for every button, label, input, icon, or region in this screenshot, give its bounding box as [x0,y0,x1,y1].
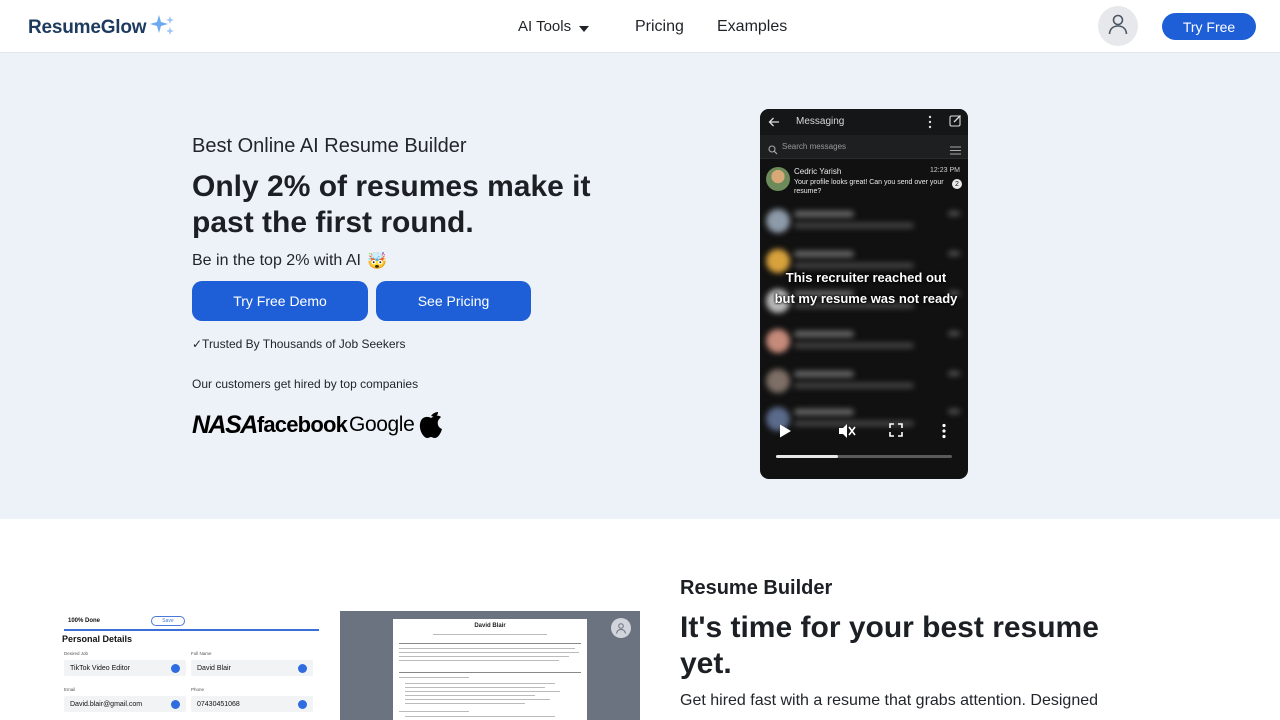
sparkle-icon [150,14,176,42]
see-pricing-button[interactable]: See Pricing [376,281,531,321]
field-label: Full Name [191,651,212,656]
blurred-message-row [760,321,968,361]
nav-ai-tools-label: AI Tools [518,18,572,35]
message-time: 12:23 PM [930,167,960,174]
field-label: Desired Job [64,651,89,656]
more-vert-icon [926,115,934,134]
hero-subtitle: Be in the top 2% with AI 🤯 [192,251,387,271]
field-label: Email [64,687,76,692]
video-caption: This recruiter reached out but my resume… [774,270,958,306]
form-title: Personal Details [62,634,133,644]
fullscreen-icon[interactable] [889,423,903,442]
check-icon [171,700,180,709]
site-header: ResumeGlow AI Tools Pricing Examples Try… [0,0,1280,53]
section-eyebrow: Resume Builder [680,577,833,599]
avatar [766,167,790,191]
brand-logo[interactable]: ResumeGlow [28,14,176,42]
resume-paper: David Blair [393,619,587,720]
try-free-demo-button[interactable]: Try Free Demo [192,281,368,321]
customers-text: Our customers get hired by top companies [192,377,419,391]
section-title: It's time for your best resume yet. [680,611,1099,680]
check-icon [171,664,180,673]
email-field[interactable]: David.blair@gmail.com [64,696,186,712]
check-icon [298,664,307,673]
account-button[interactable] [1098,6,1138,46]
video-progress-fill [776,455,838,458]
mind-blown-emoji: 🤯 [367,253,387,270]
testimonial-video[interactable]: Messaging Search messages Cedric Yarish … [760,109,968,479]
blurred-message-row [760,361,968,401]
hero-subtitle-text: Be in the top 2% with AI [192,252,361,269]
messages-search: Search messages [760,135,968,159]
field-value: 07430451068 [197,700,240,708]
apple-logo-icon [416,407,446,444]
blurred-message-row [760,201,968,241]
section-body: Get hired fast with a resume that grabs … [680,692,1099,709]
search-placeholder: Search messages [782,142,847,151]
desired-job-field[interactable]: TikTok Video Editor [64,660,186,676]
trusted-badge: ✓Trusted By Thousands of Job Seekers [192,337,406,351]
facebook-logo: facebook [256,412,348,437]
google-logo: Google [349,413,415,436]
personal-details-form: 100% Done Save Personal Details Desired … [60,612,320,720]
chevron-down-icon [579,19,590,36]
message-sender: Cedric Yarish [794,167,842,176]
save-button[interactable]: Save [151,616,185,626]
try-free-button[interactable]: Try Free [1162,13,1256,40]
search-icon [768,142,778,160]
hero-title: Only 2% of resumes make it past the firs… [192,170,591,239]
field-value: David Blair [197,664,231,672]
message-row: Cedric Yarish 12:23 PM Your profile look… [760,161,968,201]
nasa-logo: NASA [192,410,258,439]
mute-icon[interactable] [838,423,856,444]
brand-name: ResumeGlow [28,17,147,38]
nav-pricing[interactable]: Pricing [635,0,684,53]
play-icon[interactable] [778,423,792,444]
phone-field[interactable]: 07430451068 [191,696,313,712]
full-name-field[interactable]: David Blair [191,660,313,676]
video-progress-bar[interactable] [776,455,952,458]
messaging-topbar: Messaging [760,109,968,135]
filter-icon [950,142,961,160]
field-label: Phone [191,687,205,692]
user-icon [611,618,631,638]
message-text: Your profile looks great! Can you send o… [794,179,944,195]
messaging-title: Messaging [796,116,845,127]
field-value: David.blair@gmail.com [70,700,143,708]
unread-badge: 2 [952,179,962,189]
check-icon [298,700,307,709]
back-arrow-icon [768,115,780,133]
resume-name: David Blair [474,623,506,629]
progress-label: 100% Done [68,618,101,624]
company-logos: NASA facebook Google [192,407,446,443]
nav-examples[interactable]: Examples [717,0,787,53]
field-value: TikTok Video Editor [70,664,130,672]
hero-section: Best Online AI Resume Builder Only 2% of… [0,53,1280,519]
resume-preview: David Blair [340,611,640,720]
hero-eyebrow: Best Online AI Resume Builder [192,135,467,157]
compose-icon [949,114,962,132]
user-icon [1107,13,1129,40]
nav-ai-tools[interactable]: AI Tools [518,0,590,53]
progress-bar [64,629,319,631]
more-vert-icon[interactable] [940,423,948,444]
